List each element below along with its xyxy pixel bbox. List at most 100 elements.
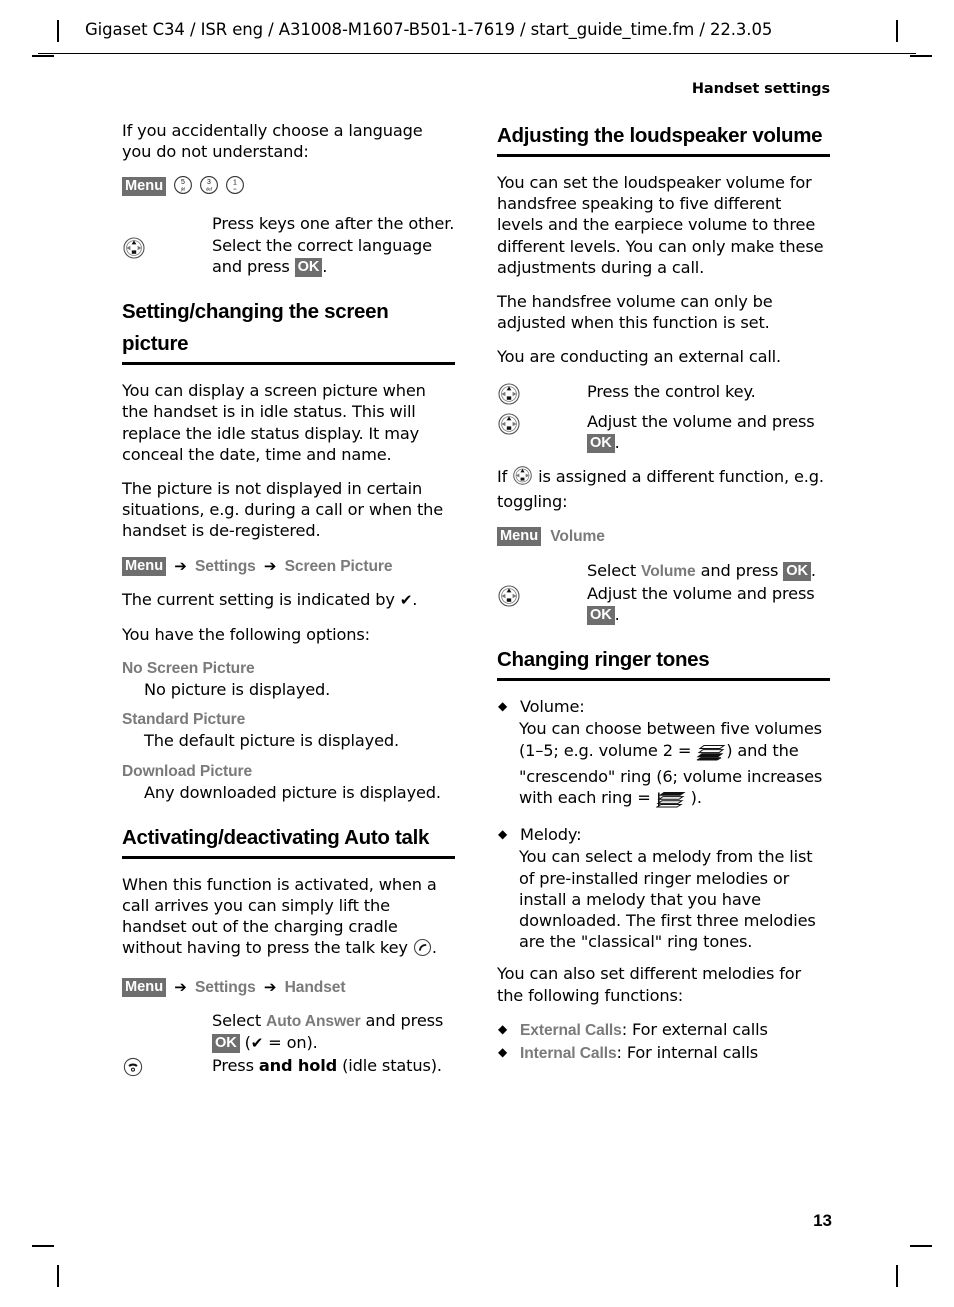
loudspeaker-step-2: Adjust the volume and press OK. (497, 411, 830, 453)
control-key-icon (497, 381, 587, 410)
menu-softkey[interactable]: Menu (122, 177, 167, 197)
control-key-icon (497, 583, 587, 612)
bullet-melody-title: Melody: (520, 825, 582, 845)
ok-softkey[interactable]: OK (587, 433, 615, 453)
auto-talk-step-1-after: = on). (263, 1033, 318, 1053)
menu-softkey[interactable]: Menu (122, 977, 167, 997)
menu-item-settings[interactable]: Settings (195, 558, 256, 575)
left-column: If you accidentally choose a language yo… (122, 120, 455, 1094)
auto-talk-step-1-text: Select Auto Answer and press OK (✔ = on)… (212, 1010, 455, 1054)
section-heading-screen-picture: Setting/changing the screen picture (122, 296, 455, 366)
loudspeaker-condition-before: If (497, 467, 513, 487)
option-description: Any downloaded picture is displayed. (144, 782, 441, 802)
crop-mark-upper-right-h (910, 55, 932, 57)
auto-talk-para-1: When this function is activated, when a … (122, 874, 455, 963)
chapter-label: Handset settings (691, 81, 830, 97)
bullet-volume-line-1: You can choose between five volumes (519, 719, 822, 739)
bullet-melody: ◆ Melody: You can select a melody from t… (497, 824, 830, 952)
menu-item-external-calls[interactable]: External Calls (520, 1022, 622, 1039)
path-arrow-icon: ➔ (263, 977, 277, 996)
ok-softkey[interactable]: OK (294, 258, 323, 278)
language-steps: Press keys one after the other. Select t… (122, 213, 455, 278)
diamond-bullet-icon: ◆ (498, 699, 508, 714)
auto-talk-step-1: Select Auto Answer and press OK (✔ = on)… (122, 1010, 455, 1054)
auto-talk-step-1-before: Select (212, 1010, 267, 1030)
ok-softkey[interactable]: OK (587, 606, 615, 626)
loudspeaker-condition: If is assigned a different function, e.g… (497, 465, 830, 512)
option-term[interactable]: No Screen Picture (122, 658, 455, 679)
checkmark-icon: ✔ (250, 1034, 264, 1053)
bullet-volume-line-2: (1–5; e.g. volume 2 = ) and the (519, 740, 830, 766)
auto-talk-para-1-before: When this function is activated, when a … (122, 874, 437, 958)
auto-talk-para-1-after: . (431, 938, 437, 958)
menu-item-screen-picture[interactable]: Screen Picture (285, 558, 393, 575)
menu-item-auto-answer[interactable]: Auto Answer (266, 1013, 361, 1030)
header-divider (38, 53, 916, 54)
menu-item-volume[interactable]: Volume (550, 528, 605, 545)
crop-mark-bottom-left (57, 1265, 59, 1287)
auto-talk-steps: Select Auto Answer and press OK (✔ = on)… (122, 1010, 455, 1082)
svg-text:5: 5 (181, 179, 185, 186)
crop-mark-upper-left-h (32, 55, 54, 57)
ok-softkey[interactable]: OK (783, 561, 811, 581)
section-heading-auto-talk: Activating/deactivating Auto talk (122, 822, 455, 859)
key-5-jkl-icon: 5 jkl (173, 175, 193, 200)
step-icon-empty (122, 1010, 212, 1011)
bullet-volume-line-2-before: (1–5; e.g. volume 2 = (519, 740, 697, 760)
svg-text:def: def (206, 187, 213, 192)
volume-level-2-icon (696, 744, 726, 766)
menu-softkey[interactable]: Menu (497, 527, 542, 547)
loudspeaker-step-3-after: . (810, 560, 816, 580)
intro-paragraph: If you accidentally choose a language yo… (122, 121, 423, 162)
control-key-icon (122, 235, 212, 264)
bullet-internal-calls-body: Internal Calls: For internal calls (520, 1042, 830, 1064)
crop-mark-top-left (57, 20, 59, 42)
option-description: No picture is displayed. (144, 680, 331, 700)
menu-softkey[interactable]: Menu (122, 556, 167, 576)
option-no-screen-picture: No Screen Picture No picture is displaye… (122, 658, 455, 700)
menu-item-settings[interactable]: Settings (195, 979, 256, 996)
svg-text:3: 3 (207, 179, 211, 186)
loudspeaker-condition-after: is assigned a different function, e.g. t… (497, 467, 824, 512)
option-term[interactable]: Download Picture (122, 761, 455, 782)
screen-picture-para-3-before: The current setting is indicated by (122, 589, 400, 609)
language-step-2-text: Select the correct language and press OK… (212, 235, 455, 278)
option-term[interactable]: Standard Picture (122, 709, 455, 730)
bullet-melody-title-row: ◆ Melody: (497, 824, 830, 845)
loudspeaker-para-3: You are conducting an external call. (497, 347, 782, 367)
menu-item-internal-calls[interactable]: Internal Calls (520, 1045, 617, 1062)
loudspeaker-para-2: The handsfree volume can only be adjuste… (497, 292, 773, 333)
menu-item-volume[interactable]: Volume (641, 563, 696, 580)
ok-softkey[interactable]: OK (212, 1034, 240, 1054)
crop-mark-lower-right-h (910, 1245, 932, 1247)
checkmark-icon: ✔ (399, 590, 413, 609)
auto-talk-step-1-open: ( (239, 1033, 251, 1053)
bullet-external-calls: ◆ External Calls: For external calls (497, 1019, 830, 1041)
diamond-bullet-icon: ◆ (498, 1045, 508, 1060)
loudspeaker-step-3-before: Select (587, 560, 642, 580)
end-call-key-icon (122, 1055, 212, 1082)
ringer-functions-paragraph: You can also set different melodies for … (497, 964, 802, 1005)
svg-text:∞: ∞ (234, 187, 237, 192)
section-heading-ringer-tones: Changing ringer tones (497, 644, 830, 682)
path-arrow-icon: ➔ (174, 977, 187, 996)
diamond-bullet-icon: ◆ (498, 827, 508, 842)
bullet-volume-line-4-after: ). (685, 788, 702, 808)
language-step-2-text-after: . (322, 257, 328, 277)
volume-crescendo-icon (654, 791, 686, 813)
bullet-volume: ◆ Volume: You can choose between five vo… (497, 696, 830, 813)
path-arrow-icon: ➔ (263, 556, 277, 575)
step-icon-empty (497, 560, 587, 561)
loudspeaker-steps-2: Select Volume and press OK. Adjust the v… (497, 560, 830, 626)
page-number: 13 (813, 1211, 832, 1230)
control-key-icon (512, 465, 533, 491)
language-step-1-text: Press keys one after the other. (212, 213, 455, 233)
loudspeaker-para-1: You can set the loudspeaker volume for h… (497, 173, 824, 277)
auto-talk-step-1-mid: and press (360, 1010, 444, 1030)
auto-talk-step-2-before: Press (212, 1056, 259, 1076)
bullet-internal-calls: ◆ Internal Calls: For internal calls (497, 1042, 830, 1064)
menu-item-handset[interactable]: Handset (285, 979, 346, 996)
svg-text:1: 1 (233, 180, 237, 187)
auto-talk-step-2-text: Press and hold (idle status). (212, 1055, 455, 1076)
screen-picture-para-1: You can display a screen picture when th… (122, 381, 426, 464)
